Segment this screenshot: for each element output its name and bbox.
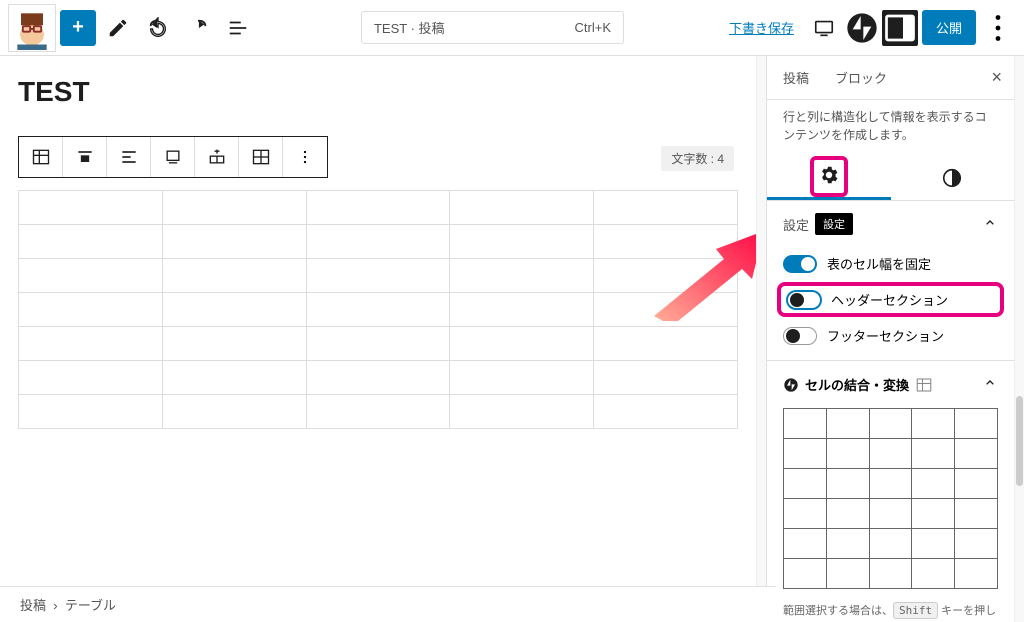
toggle-label: ヘッダーセクション [831,290,948,309]
add-block-button[interactable]: + [60,10,96,46]
document-title-box[interactable]: TEST · 投稿 Ctrl+K [361,11,624,44]
align-left-icon[interactable] [107,137,151,177]
tab-post[interactable]: 投稿 [779,56,813,99]
insert-row-icon[interactable] [195,137,239,177]
panel-label: 設定 [783,215,809,234]
editor-scrollbar[interactable] [756,56,766,622]
block-more-icon[interactable] [283,137,327,177]
main-area: TEST 文字数 : 4 投稿 ブロ [0,56,1024,622]
block-type-icon[interactable] [19,137,63,177]
merge-title: セルの結合・変換 [805,375,909,394]
merge-panel-header[interactable]: セルの結合・変換 [767,360,1014,404]
word-count-badge: 文字数 : 4 [661,146,734,171]
inspector-sub-tabs [767,156,1014,201]
toggle-label: 表のセル幅を固定 [827,254,931,273]
toggle-footer-section[interactable]: フッターセクション [767,319,1014,352]
settings-tooltip: 設定 [815,213,853,235]
sidebar-wrap: 投稿 ブロック × 行と列に構造化して情報を表示するコンテンツを作成します。 設… [756,56,1024,622]
page-title[interactable]: TEST [18,76,738,108]
breadcrumb: 投稿 › テーブル [0,586,776,622]
settings-tab[interactable] [767,156,891,200]
toggle-switch-on[interactable] [783,255,817,273]
close-sidebar-icon[interactable]: × [991,67,1002,88]
keyboard-shortcut: Ctrl+K [575,20,611,35]
toggle-label: フッターセクション [827,326,944,345]
jetpack-small-icon [783,377,799,393]
publish-button[interactable]: 公開 [922,10,976,45]
toggle-header-section[interactable]: ヘッダーセクション [787,290,994,309]
tab-block[interactable]: ブロック [831,56,891,99]
top-toolbar: + TEST · 投稿 Ctrl+K 下書き保存 公開 [0,0,1024,56]
align-icon[interactable] [63,137,107,177]
breadcrumb-separator: › [53,598,57,613]
block-description: 行と列に構造化して情報を表示するコンテンツを作成します。 [767,100,1014,156]
table-edit-icon[interactable] [239,137,283,177]
more-options-icon[interactable] [980,10,1016,46]
kbd-key: Shift [893,602,938,619]
sidebar-tabs: 投稿 ブロック × [767,56,1014,100]
title-bar: TEST · 投稿 Ctrl+K [260,11,725,44]
avatar[interactable] [8,4,56,52]
editor-canvas: TEST 文字数 : 4 [0,56,756,622]
undo-icon[interactable] [140,10,176,46]
preview-icon[interactable] [806,10,842,46]
outline-icon[interactable] [220,10,256,46]
save-draft-link[interactable]: 下書き保存 [729,18,794,37]
gear-highlight [810,156,848,197]
gear-icon [818,164,840,186]
settings-sidebar: 投稿 ブロック × 行と列に構造化して情報を表示するコンテンツを作成します。 設… [766,56,1014,622]
toggle-switch-off[interactable] [783,327,817,345]
sidebar-scrollbar[interactable] [1014,56,1024,622]
table-small-icon [915,376,933,394]
hint-text: 範囲選択する場合は、Shift キーを押しな [767,599,1014,622]
redo-icon[interactable] [180,10,216,46]
block-toolbar [18,136,328,178]
sidebar-toggle-button[interactable] [882,10,918,46]
chevron-up-icon [982,215,998,234]
settings-panel-header[interactable]: 設定 設定 [767,201,1014,247]
breadcrumb-root[interactable]: 投稿 [20,598,46,613]
toggle-switch-off[interactable] [787,291,821,309]
jetpack-icon[interactable] [846,12,878,44]
content-table[interactable] [18,190,738,429]
breadcrumb-current[interactable]: テーブル [65,598,116,613]
document-title: TEST · 投稿 [374,18,445,37]
toggle-fixed-width[interactable]: 表のセル幅を固定 [767,247,1014,280]
chevron-up-icon [982,375,998,394]
grid-preview[interactable] [783,408,998,589]
caption-icon[interactable] [151,137,195,177]
edit-icon[interactable] [100,10,136,46]
styles-tab[interactable] [891,156,1015,200]
header-section-highlight: ヘッダーセクション [777,282,1004,317]
contrast-icon [941,167,963,189]
